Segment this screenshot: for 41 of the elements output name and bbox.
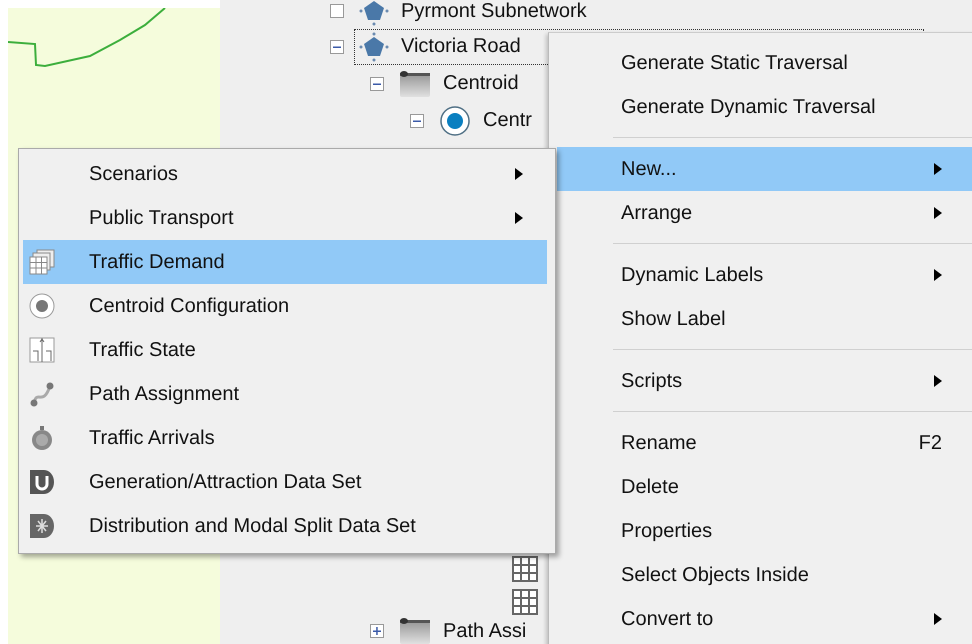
menu-item[interactable]: Scripts — [557, 359, 972, 403]
tree-item[interactable]: Centr — [479, 109, 536, 132]
menu-item[interactable]: Delete — [557, 465, 972, 509]
menu-item[interactable]: Public Transport — [23, 196, 547, 240]
menu-item[interactable]: Arrange — [557, 191, 972, 235]
centroid-icon — [439, 104, 471, 136]
menu-item[interactable]: Scenarios — [23, 152, 547, 196]
tree-item[interactable]: Centroid — [439, 72, 523, 95]
menu-item[interactable]: Path Assignment — [23, 372, 547, 416]
grid-icon — [512, 588, 538, 614]
chart-icon — [29, 337, 55, 363]
menu-item[interactable]: Centroid Configuration — [23, 284, 547, 328]
folder-icon — [399, 617, 431, 644]
menu-item[interactable]: Convert to — [557, 597, 972, 641]
tree-item[interactable]: Path Assi — [439, 620, 530, 642]
folder-icon — [399, 70, 431, 98]
star-icon — [29, 513, 55, 539]
path-icon — [29, 381, 55, 407]
stacked-grid-icon — [29, 249, 55, 275]
grid-icon — [512, 556, 538, 582]
menu-item[interactable]: Traffic State — [23, 328, 547, 372]
menu-item[interactable]: New... — [557, 147, 972, 191]
menu-item[interactable]: Show Label — [557, 297, 972, 341]
tree-item[interactable]: Pyrmont Subnetwork — [397, 0, 591, 22]
menu-item[interactable]: Traffic Demand — [23, 240, 547, 284]
pentagon-icon — [359, 32, 389, 62]
menu-item[interactable]: Traffic Arrivals — [23, 416, 547, 460]
menu-item[interactable]: Dynamic Labels — [557, 253, 972, 297]
menu-item[interactable]: Select Objects Inside — [557, 553, 972, 597]
radio-icon — [29, 293, 55, 319]
magnet-icon — [29, 469, 55, 495]
pentagon-icon — [359, 0, 389, 26]
menu-item[interactable]: Generate Dynamic Traversal — [557, 85, 972, 129]
stopwatch-icon — [29, 425, 55, 451]
menu-item[interactable]: Generation/Attraction Data Set — [23, 460, 547, 504]
menu-item[interactable]: Properties — [557, 509, 972, 553]
menu-item[interactable]: Generate Static Traversal — [557, 41, 972, 85]
menu-item[interactable]: Rename F2 — [557, 421, 972, 465]
tree-item[interactable]: Victoria Road — [397, 35, 525, 58]
menu-item[interactable]: Distribution and Modal Split Data Set — [23, 504, 547, 548]
shortcut-text: F2 — [918, 432, 942, 454]
